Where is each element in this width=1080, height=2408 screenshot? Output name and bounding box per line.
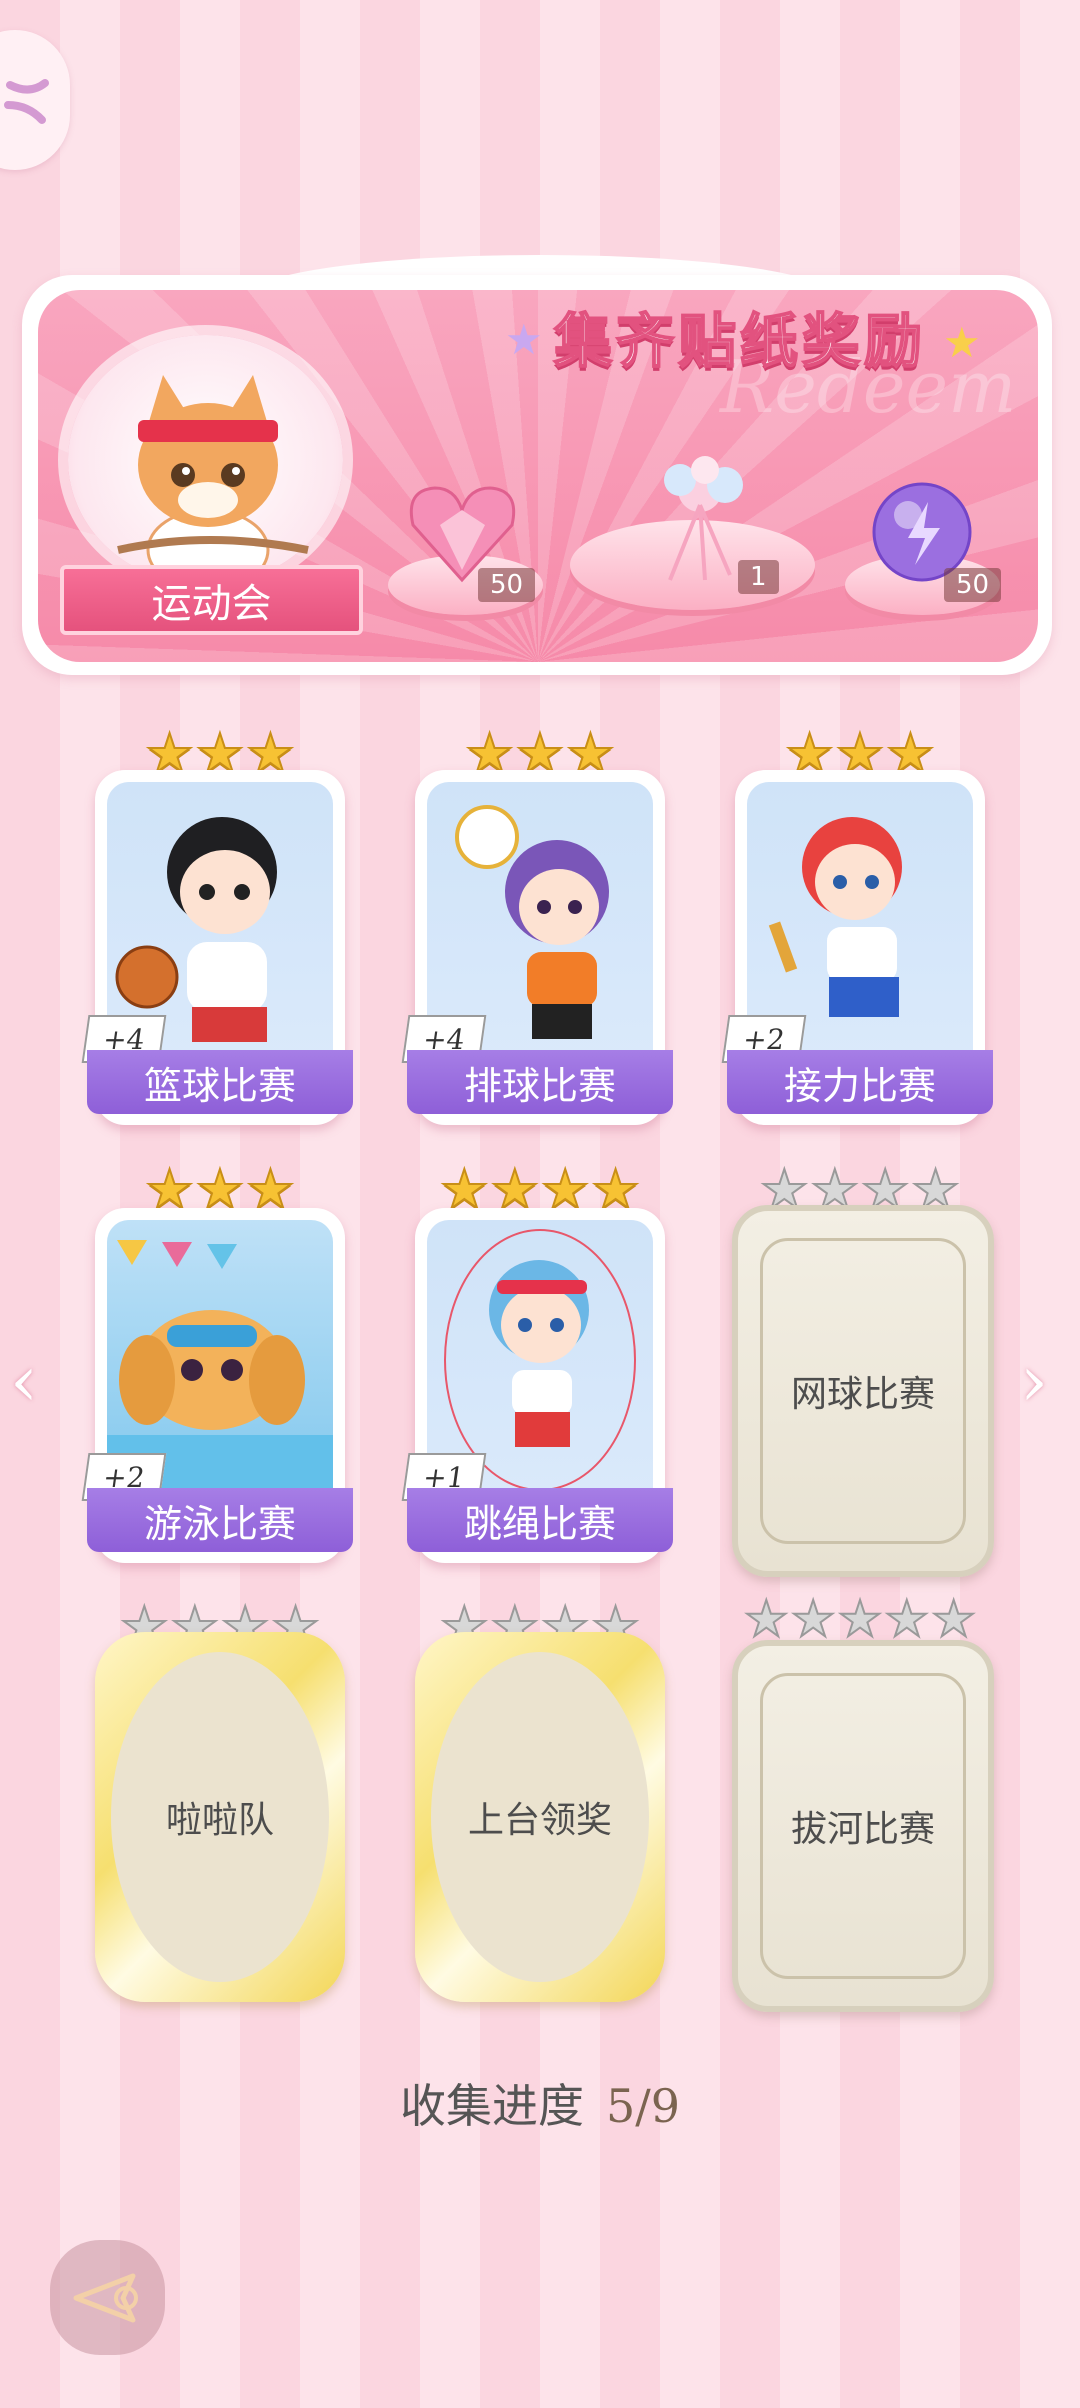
sticker-label: 排球比赛 [407, 1050, 673, 1114]
sticker-slot-label: 啦啦队 [111, 1652, 329, 1982]
petal-icon [4, 79, 49, 124]
sticker-label: 篮球比赛 [87, 1050, 353, 1114]
banner-title: 集齐贴纸奖励 [553, 306, 926, 376]
sticker-slot-label: 网球比赛 [760, 1238, 966, 1544]
sticker-label: 游泳比赛 [87, 1488, 353, 1552]
progress-value: 5/9 [605, 2079, 681, 2133]
yellow-star-icon: ★ [943, 318, 981, 367]
collection-progress: 收集进度 5/9 [0, 2070, 1080, 2136]
locked-sticker-slot[interactable]: 啦啦队 [95, 1632, 345, 2002]
sticker-card[interactable]: +4 排球比赛 [401, 770, 673, 1125]
event-name-ribbon: 运动会 [60, 565, 363, 635]
banner-title-wrap: 集齐贴纸奖励 [540, 295, 940, 377]
reward-quantity: 50 [478, 568, 536, 602]
sticker-label: 接力比赛 [727, 1050, 993, 1114]
purple-star-icon: ★ [505, 315, 543, 364]
cat-mascot-icon [117, 375, 309, 592]
locked-sticker-slot[interactable]: 拔河比赛 [732, 1640, 994, 2012]
side-menu-button[interactable] [0, 30, 70, 170]
mascot-portrait [68, 335, 343, 592]
sticker-slot-label: 上台领奖 [431, 1652, 649, 1982]
sticker-card[interactable]: +1 跳绳比赛 [401, 1208, 673, 1563]
back-arrow-icon [73, 2273, 138, 2322]
back-button[interactable] [50, 2240, 165, 2355]
sticker-slot-label: 拔河比赛 [760, 1673, 966, 1979]
event-name: 运动会 [151, 581, 272, 627]
locked-sticker-slot[interactable]: 网球比赛 [732, 1205, 994, 1577]
sticker-card[interactable]: +2 游泳比赛 [81, 1208, 353, 1563]
previous-page-arrow-icon[interactable]: ‹ [10, 1340, 38, 1422]
sticker-card[interactable]: +4 篮球比赛 [81, 770, 353, 1125]
next-page-arrow-icon[interactable]: › [1020, 1340, 1048, 1422]
progress-label: 收集进度 [399, 2079, 584, 2133]
reward-quantity: 50 [944, 568, 1002, 602]
locked-sticker-slot[interactable]: 上台领奖 [415, 1632, 665, 2002]
sticker-card[interactable]: +2 接力比赛 [721, 770, 993, 1125]
reward-quantity: 1 [738, 560, 779, 594]
sticker-label: 跳绳比赛 [407, 1488, 673, 1552]
